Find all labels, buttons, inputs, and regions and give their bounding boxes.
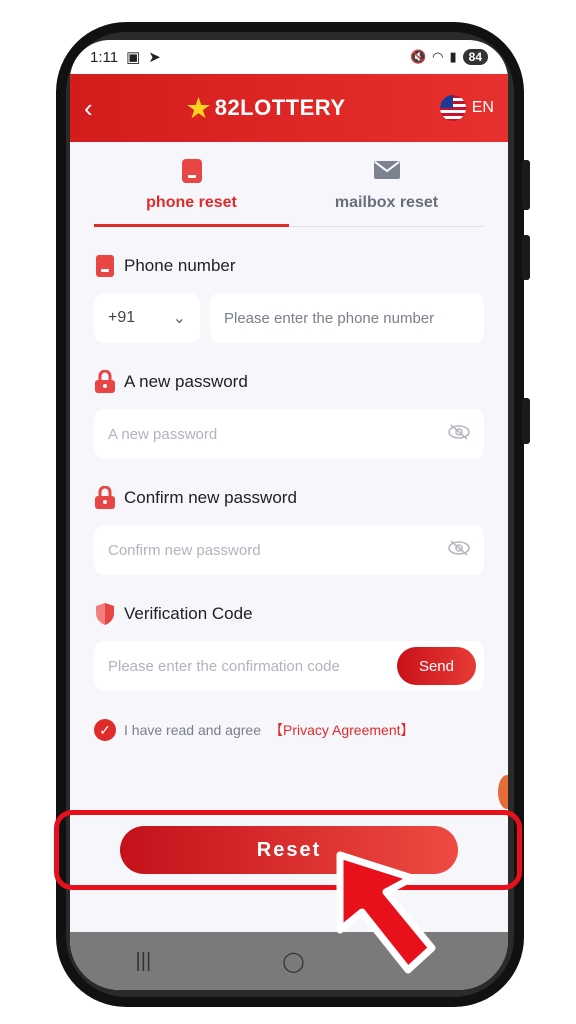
lock-icon [94,370,116,393]
status-time: 1:11 [90,48,119,66]
wifi-icon: ◠ [432,49,444,64]
floating-side-button[interactable] [498,775,508,809]
star-icon: ★ [186,92,211,123]
phone-label-text: Phone number [124,256,236,275]
language-label: EN [471,99,494,116]
confirm-password-label: Confirm new password [94,486,484,509]
telegram-icon: ➤ [148,49,161,66]
brand-logo: ★ 82LOTTERY [187,93,346,124]
phone-icon [94,255,116,277]
screenshot: 1:11 ▣ ➤ 🔇 ◠ ▮ 84 ‹ ★ 82LOTTERY EN phone… [0,0,576,1024]
mute-icon: 🔇 [409,49,427,64]
pointer-arrow-icon [336,851,436,974]
verification-placeholder: Please enter the confirmation code [108,657,340,675]
app-header: ‹ ★ 82LOTTERY EN [70,74,508,142]
signal-icon: ▮ [449,49,457,64]
mail-icon [289,158,484,190]
country-code-select[interactable]: +91 ⌄ [94,293,200,343]
eye-off-icon[interactable] [448,540,470,560]
send-code-button[interactable]: Send [396,647,476,685]
tab-mailbox-reset[interactable]: mailbox reset [289,158,484,226]
new-password-input[interactable]: A new password [94,409,484,459]
logo-text: 82LOTTERY [214,95,346,120]
verification-input[interactable]: Please enter the confirmation code Send [94,641,484,691]
shield-icon [94,603,116,625]
country-code-value: +91 [108,309,136,326]
chevron-down-icon: ⌄ [172,310,186,327]
chevron-left-icon[interactable]: ‹ [84,93,93,124]
volume-down-button [522,398,530,444]
eye-off-icon[interactable] [448,424,470,444]
checkbox-checked-icon[interactable]: ✓ [94,719,116,741]
status-bar: 1:11 ▣ ➤ 🔇 ◠ ▮ 84 [70,40,508,74]
confirm-password-placeholder: Confirm new password [108,541,261,559]
phone-input[interactable]: Please enter the phone number [210,293,484,343]
privacy-agreement-link[interactable]: 【Privacy Agreement】 [269,720,415,740]
tab-label: phone reset [146,194,237,211]
tab-label: mailbox reset [334,194,439,211]
new-password-label: A new password [94,370,484,393]
confirm-password-label-text: Confirm new password [124,488,297,507]
new-password-placeholder: A new password [108,425,218,443]
verification-label: Verification Code [94,603,484,625]
reset-tabs: phone reset mailbox reset [94,158,484,227]
power-button [522,160,530,210]
reset-form: Phone number +91 ⌄ Please enter the phon… [70,255,508,741]
agreement-text: I have read and agree [124,722,261,738]
tab-phone-reset[interactable]: phone reset [94,158,289,227]
home-icon[interactable]: ◯ [282,949,304,974]
new-password-label-text: A new password [124,372,248,391]
battery-badge: 84 [462,49,488,65]
us-flag-icon [439,95,466,121]
phone-icon [94,158,289,190]
lock-icon [94,486,116,509]
verification-label-text: Verification Code [124,604,253,623]
confirm-password-input[interactable]: Confirm new password [94,525,484,575]
volume-up-button [522,235,530,280]
recent-apps-icon[interactable]: ||| [136,950,152,973]
language-selector[interactable]: EN [439,95,494,121]
agreement-row: ✓ I have read and agree 【Privacy Agreeme… [94,719,484,741]
phone-label: Phone number [94,255,484,277]
screenshot-icon: ▣ [126,49,141,66]
